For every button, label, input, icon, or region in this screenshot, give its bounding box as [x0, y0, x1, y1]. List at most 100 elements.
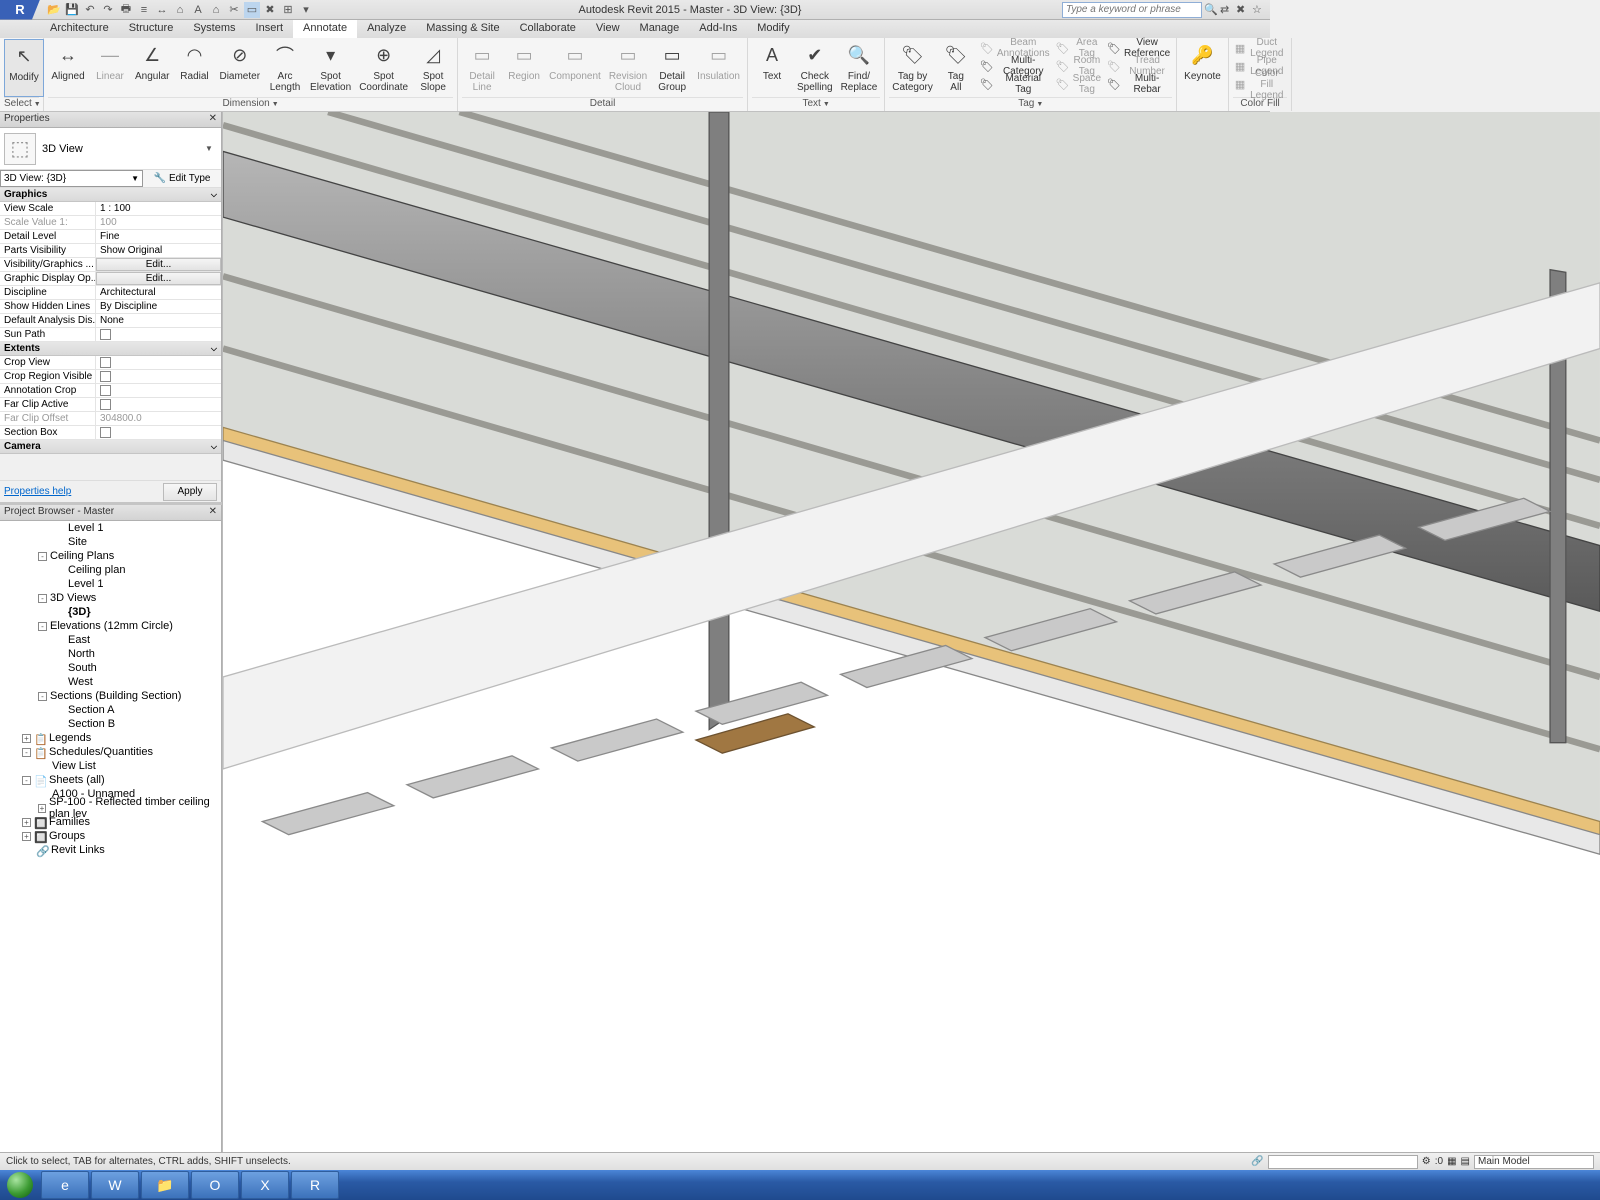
prop-edit-button[interactable]: Edit...: [96, 258, 221, 271]
dim-diameter-button[interactable]: ⊘ Diameter: [216, 39, 263, 95]
panel-dimension-caption[interactable]: Dimension▼: [48, 97, 453, 111]
prop-group-camera[interactable]: Camera⌵: [0, 440, 221, 454]
checkbox[interactable]: [100, 385, 111, 396]
expand-icon[interactable]: +: [22, 818, 31, 827]
tab-view[interactable]: View: [586, 20, 630, 38]
dim-icon[interactable]: ↔: [154, 2, 170, 18]
prop-edit-button[interactable]: Edit...: [96, 272, 221, 285]
browser-node[interactable]: South: [0, 661, 221, 675]
taskbar-revit[interactable]: R: [291, 1171, 339, 1199]
browser-node[interactable]: Level 1: [0, 521, 221, 535]
tag-tread-number-button[interactable]: 🏷 Tread Number: [1105, 57, 1172, 75]
tab-analyze[interactable]: Analyze: [357, 20, 416, 38]
tag-multi--rebar-button[interactable]: 🏷 Multi- Rebar: [1105, 75, 1172, 93]
tab-structure[interactable]: Structure: [119, 20, 184, 38]
tab-massing[interactable]: Massing & Site: [416, 20, 509, 38]
tag-space-tag-button[interactable]: 🏷 Space Tag: [1054, 75, 1103, 93]
start-button[interactable]: [0, 1170, 40, 1200]
detail-region-button[interactable]: ▭ Region: [504, 39, 544, 95]
taskbar-outlook[interactable]: O: [191, 1171, 239, 1199]
text-text-button[interactable]: A Text: [752, 39, 792, 95]
design-options-icon[interactable]: ⚙: [1422, 1156, 1431, 1167]
taskbar-excel[interactable]: X: [241, 1171, 289, 1199]
dim-arc-button[interactable]: ⌒ ArcLength: [265, 39, 305, 95]
dim-spot-button[interactable]: ⊕ SpotCoordinate: [356, 39, 411, 95]
dim-aligned-button[interactable]: ↔ Aligned: [48, 39, 88, 95]
tab-collaborate[interactable]: Collaborate: [510, 20, 586, 38]
detail-detail-button[interactable]: ▭ DetailLine: [462, 39, 502, 95]
prop-value[interactable]: By Discipline: [96, 300, 221, 313]
tag-icon[interactable]: ⌂: [172, 2, 188, 18]
default3d-icon[interactable]: ⌂: [208, 2, 224, 18]
browser-node[interactable]: -Sections (Building Section): [0, 689, 221, 703]
prop-value[interactable]: 100: [96, 216, 221, 229]
properties-help-link[interactable]: Properties help: [4, 486, 71, 497]
taskbar-ie[interactable]: e: [41, 1171, 89, 1199]
keynote-button[interactable]: 🔑 Keynote: [1181, 39, 1224, 95]
tab-insert[interactable]: Insert: [246, 20, 294, 38]
browser-node[interactable]: East: [0, 633, 221, 647]
tab-modify[interactable]: Modify: [747, 20, 799, 38]
select-icon[interactable]: ▤: [1461, 1156, 1470, 1167]
tab-annotate[interactable]: Annotate: [293, 20, 357, 38]
browser-node[interactable]: North: [0, 647, 221, 661]
expand-icon[interactable]: -: [38, 622, 47, 631]
instance-selector[interactable]: 3D View: {3D}▼: [0, 170, 143, 187]
prop-group-graphics[interactable]: Graphics⌵: [0, 188, 221, 202]
3d-viewport[interactable]: 1 : 100 ▥ ☀ ◐ ✦ ▣ ◫ 👁 ⊘ ⊕ ◎ ⊞ 🔒: [222, 112, 1600, 1170]
tag-material-tag-button[interactable]: 🏷 Material Tag: [978, 75, 1052, 93]
browser-node[interactable]: West: [0, 675, 221, 689]
panel-tag-caption[interactable]: Tag▼: [889, 97, 1172, 111]
text-check-button[interactable]: ✔ CheckSpelling: [794, 39, 836, 95]
detail-revision-button[interactable]: ▭ RevisionCloud: [606, 39, 650, 95]
apply-button[interactable]: Apply: [163, 483, 217, 501]
tag-tag by-button[interactable]: 🏷 Tag byCategory: [889, 39, 936, 95]
switch-win-icon[interactable]: ⊞: [280, 2, 296, 18]
workset-icon[interactable]: 🔗: [1251, 1156, 1263, 1167]
detail-component-button[interactable]: ▭ Component: [546, 39, 604, 95]
tab-manage[interactable]: Manage: [630, 20, 690, 38]
dim-spot-button[interactable]: ◿ SpotSlope: [413, 39, 453, 95]
detail-insulation-button[interactable]: ▭ Insulation: [694, 39, 743, 95]
app-menu-button[interactable]: R: [0, 0, 40, 20]
browser-node[interactable]: -3D Views: [0, 591, 221, 605]
detail-detail-button[interactable]: ▭ DetailGroup: [652, 39, 692, 95]
dim-spot-button[interactable]: ▾ SpotElevation: [307, 39, 354, 95]
browser-node[interactable]: Level 1: [0, 577, 221, 591]
browser-node[interactable]: Section A: [0, 703, 221, 717]
main-model-selector[interactable]: Main Model: [1474, 1155, 1594, 1169]
browser-node[interactable]: +SP-100 - Reflected timber ceiling plan …: [0, 801, 221, 815]
expand-icon[interactable]: -: [22, 748, 31, 757]
text-find/-button[interactable]: 🔍 Find/Replace: [838, 39, 881, 95]
tab-architecture[interactable]: Architecture: [40, 20, 119, 38]
exchange-icon[interactable]: ✖: [1236, 3, 1250, 17]
expand-icon[interactable]: +: [22, 734, 31, 743]
prop-value[interactable]: 304800.0: [96, 412, 221, 425]
tag-tag-button[interactable]: 🏷 TagAll: [936, 39, 976, 95]
cf-color-fill-legend-button[interactable]: ▦ Color Fill Legend: [1233, 75, 1287, 93]
qat-dd-icon[interactable]: ▾: [298, 2, 314, 18]
browser-node[interactable]: +📋Legends: [0, 731, 221, 745]
section-icon[interactable]: ✂: [226, 2, 242, 18]
dim-radial-button[interactable]: ◠ Radial: [174, 39, 214, 95]
taskbar-explorer[interactable]: 📁: [141, 1171, 189, 1199]
measure-icon[interactable]: ≡: [136, 2, 152, 18]
expand-icon[interactable]: +: [38, 804, 46, 813]
close-inactive-icon[interactable]: ✖: [262, 2, 278, 18]
search-input[interactable]: [1062, 2, 1202, 18]
favorite-icon[interactable]: ☆: [1252, 3, 1266, 17]
taskbar-word[interactable]: W: [91, 1171, 139, 1199]
browser-node[interactable]: Site: [0, 535, 221, 549]
prop-value[interactable]: None: [96, 314, 221, 327]
checkbox[interactable]: [100, 427, 111, 438]
search-icon[interactable]: 🔍: [1204, 3, 1218, 17]
filter-icon[interactable]: ▦: [1447, 1156, 1456, 1167]
checkbox[interactable]: [100, 329, 111, 340]
checkbox[interactable]: [100, 371, 111, 382]
expand-icon[interactable]: -: [38, 594, 47, 603]
browser-node[interactable]: -Elevations (12mm Circle): [0, 619, 221, 633]
prop-group-extents[interactable]: Extents⌵: [0, 342, 221, 356]
browser-node[interactable]: -📄Sheets (all): [0, 773, 221, 787]
browser-node[interactable]: Ceiling plan: [0, 563, 221, 577]
tab-systems[interactable]: Systems: [183, 20, 245, 38]
